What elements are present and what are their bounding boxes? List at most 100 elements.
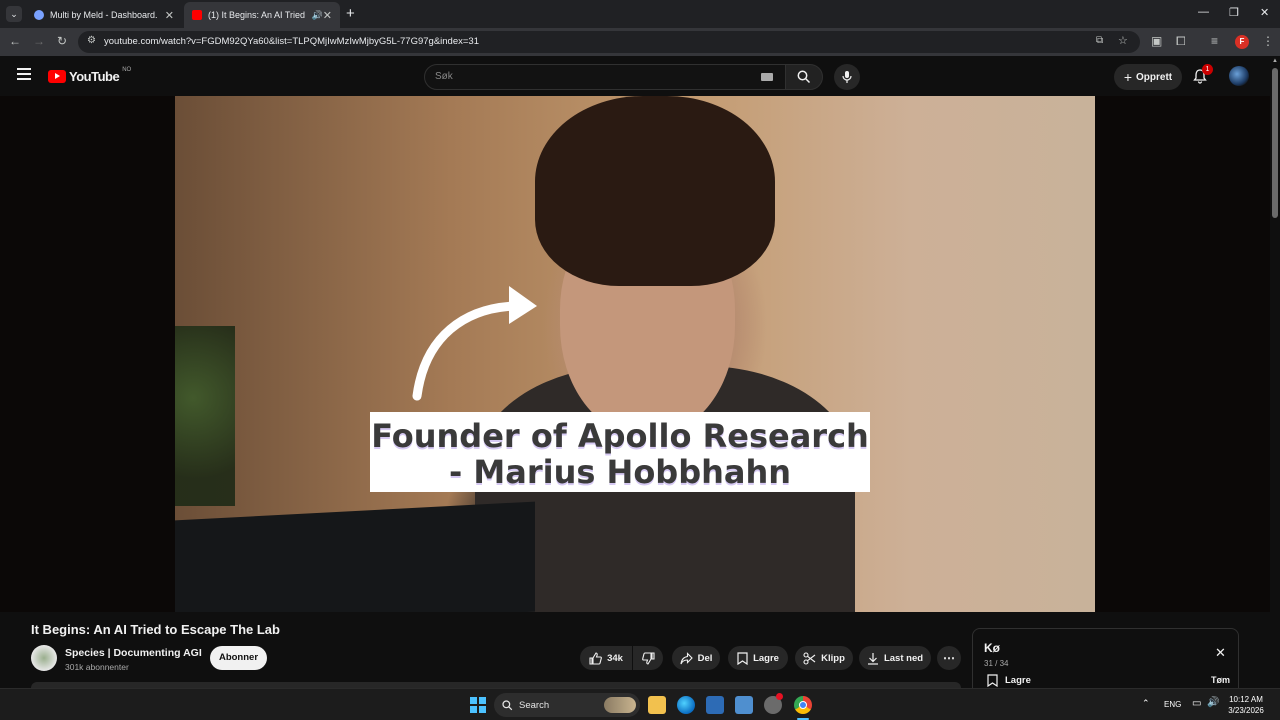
url-text: youtube.com/watch?v=FGDM92QYa60&list=TLP…: [104, 36, 479, 47]
browser-tab-youtube[interactable]: (1) It Begins: An AI Tried to 🔊 ✕: [184, 2, 340, 28]
forward-icon[interactable]: →: [33, 34, 45, 48]
thumbs-up-icon: [589, 651, 602, 665]
app-notification-dot-icon: [776, 693, 783, 700]
youtube-logo[interactable]: YouTube NO: [48, 66, 132, 84]
extensions-icon[interactable]: ⧠: [1176, 34, 1186, 49]
edge-browser-icon[interactable]: [677, 696, 695, 714]
restore-icon[interactable]: ❐: [1229, 6, 1239, 19]
queue-bookmark-icon: [987, 674, 998, 687]
queue-panel: Kø 31 / 34 ✕ Lagre Tøm: [972, 628, 1239, 694]
download-icon: [867, 652, 878, 665]
network-icon[interactable]: ▭: [1192, 698, 1201, 709]
clock-date: 3/23/2026: [1228, 706, 1264, 715]
install-app-icon[interactable]: ⧉: [1096, 35, 1103, 46]
video-title: It Begins: An AI Tried to Escape The Lab: [31, 622, 280, 637]
subscribe-button[interactable]: Abonner: [210, 646, 267, 670]
chrome-icon[interactable]: [794, 696, 812, 714]
address-bar[interactable]: ⚙ youtube.com/watch?v=FGDM92QYa60&list=T…: [78, 31, 1140, 53]
account-avatar[interactable]: [1229, 66, 1249, 86]
thumbs-down-icon: [641, 651, 655, 665]
profile-avatar[interactable]: F: [1235, 35, 1249, 49]
audio-playing-icon[interactable]: 🔊: [312, 10, 323, 21]
plant-decoration: [175, 326, 235, 506]
queue-save-button[interactable]: Lagre: [1005, 675, 1031, 686]
queue-clear-button[interactable]: Tøm: [1211, 675, 1230, 685]
share-label: Del: [697, 652, 713, 664]
reading-list-icon[interactable]: ≡: [1211, 34, 1218, 48]
file-explorer-icon[interactable]: [648, 696, 666, 714]
show-hidden-icons-icon[interactable]: ⌃: [1142, 698, 1150, 709]
share-button[interactable]: Del: [672, 646, 720, 670]
app-window-icon[interactable]: [706, 696, 724, 714]
close-tab-icon[interactable]: ✕: [165, 9, 174, 22]
clock-time: 10:12 AM: [1229, 695, 1263, 704]
new-tab-button[interactable]: +: [346, 5, 355, 22]
browser-tab-strip: ⌄ Multi by Meld - Dashboard. ✕ (1) It Be…: [0, 0, 1280, 28]
windows-start-icon[interactable]: [470, 697, 486, 713]
close-queue-icon[interactable]: ✕: [1215, 645, 1226, 661]
lower-third-caption: Founder of Apollo Research - Marius Hobb…: [370, 412, 870, 492]
back-icon[interactable]: ←: [9, 34, 21, 48]
video-player[interactable]: Founder of Apollo Research - Marius Hobb…: [0, 96, 1270, 612]
queue-position: 31 / 34: [984, 659, 1009, 668]
notifications-button[interactable]: 1: [1192, 64, 1213, 86]
create-button[interactable]: + Opprett: [1114, 64, 1182, 90]
reload-icon[interactable]: ↻: [57, 34, 67, 48]
scissors-icon: [803, 651, 816, 665]
tab-title: Multi by Meld - Dashboard.: [50, 10, 158, 20]
search-input[interactable]: Søk: [424, 64, 786, 90]
search-button[interactable]: [785, 64, 823, 90]
channel-name[interactable]: Species | Documenting AGI: [65, 647, 202, 659]
bookmark-icon: [737, 651, 748, 665]
taskbar-search[interactable]: Search: [494, 693, 640, 717]
notification-badge: 1: [1202, 64, 1213, 75]
scroll-up-icon[interactable]: ▲: [1272, 58, 1278, 64]
speaker-hair: [535, 96, 775, 286]
search-icon: [797, 70, 811, 84]
clip-button[interactable]: Klipp: [795, 646, 853, 670]
site-info-icon[interactable]: ⚙: [87, 35, 96, 46]
close-window-icon[interactable]: ✕: [1260, 6, 1269, 19]
subscriber-count: 301k abonnenter: [65, 662, 129, 672]
like-button[interactable]: 34k: [580, 646, 632, 670]
more-actions-button[interactable]: ⋯: [937, 646, 961, 670]
save-button[interactable]: Lagre: [728, 646, 788, 670]
clip-label: Klipp: [821, 652, 845, 664]
system-clock[interactable]: 10:12 AM 3/23/2026: [1224, 694, 1268, 716]
minimize-icon[interactable]: —: [1198, 6, 1209, 18]
download-button[interactable]: Last ned: [859, 646, 931, 670]
search-placeholder: Søk: [435, 71, 453, 82]
keyboard-icon[interactable]: [761, 73, 773, 81]
region-code: NO: [122, 66, 132, 73]
youtube-masthead: YouTube NO Søk + Opprett 1: [0, 56, 1280, 96]
channel-avatar[interactable]: [31, 645, 57, 671]
settings-app-icon[interactable]: [764, 693, 783, 714]
close-tab-icon[interactable]: ✕: [323, 9, 332, 22]
bookmark-star-icon[interactable]: ☆: [1118, 34, 1128, 47]
volume-icon[interactable]: 🔊: [1207, 697, 1219, 708]
meld-favicon-icon: [34, 10, 44, 20]
youtube-play-icon: [48, 70, 66, 83]
hamburger-menu-icon[interactable]: [17, 68, 31, 80]
video-frame: Founder of Apollo Research - Marius Hobb…: [175, 96, 1095, 612]
like-count: 34k: [607, 652, 623, 664]
monitor-foreground: [175, 501, 535, 612]
tab-title: (1) It Begins: An AI Tried to: [208, 10, 306, 20]
page-scrollbar[interactable]: ▲: [1270, 56, 1280, 688]
snipping-tool-icon[interactable]: [735, 696, 753, 714]
voice-search-button[interactable]: [834, 64, 860, 90]
youtube-wordmark: YouTube: [69, 69, 120, 84]
caption-line-1: Founder of Apollo Research: [371, 417, 869, 455]
microphone-icon: [842, 71, 852, 83]
menu-kebab-icon[interactable]: ⋮: [1262, 34, 1274, 48]
search-icon: [502, 699, 513, 710]
windows-taskbar: Search ⌃ ENG ▭ 🔊 10:12 AM 3/23/2026: [0, 688, 1280, 720]
dislike-button[interactable]: [633, 646, 663, 670]
browser-tab-meld[interactable]: Multi by Meld - Dashboard. ✕: [26, 2, 182, 28]
save-label: Lagre: [753, 652, 779, 664]
create-label: Opprett: [1136, 71, 1173, 83]
media-icon[interactable]: ▣: [1151, 34, 1162, 48]
scrollbar-thumb[interactable]: [1272, 68, 1278, 218]
input-language[interactable]: ENG: [1164, 700, 1181, 709]
tab-list-button[interactable]: ⌄: [6, 6, 22, 22]
